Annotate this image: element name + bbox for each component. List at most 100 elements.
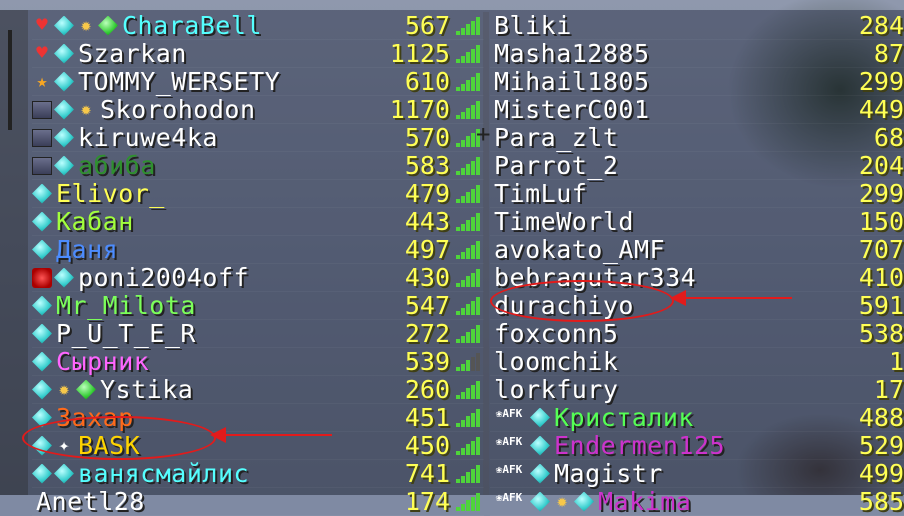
signal-strength-icon <box>456 17 482 35</box>
ping-value: 499 <box>858 459 904 488</box>
player-name: P_U_T_E_R <box>56 319 196 348</box>
ping-value: 410 <box>858 263 904 292</box>
ruby-icon <box>32 267 52 288</box>
signal-strength-icon <box>456 325 482 343</box>
signal-strength-icon <box>456 73 482 91</box>
rank-badges: ❀AFK <box>490 435 550 457</box>
rank-badges: ♥ <box>32 43 74 65</box>
diamond-icon <box>54 127 74 148</box>
player-row: Кабан 443 <box>32 207 484 236</box>
signal-strength-icon <box>456 185 482 203</box>
player-name: Bliki <box>494 11 572 40</box>
signal-strength-icon <box>456 101 482 119</box>
ping-value: 585 <box>858 487 904 516</box>
player-row: ♥ ✹ CharaBell 567 <box>32 11 484 40</box>
column-divider <box>483 12 489 495</box>
signal-strength-icon <box>456 353 482 371</box>
ping-value: 1170 <box>389 95 450 124</box>
rank-badges: ❀AFK <box>490 463 550 485</box>
diamond-icon <box>54 267 74 288</box>
player-row: Bliki 284 <box>490 11 904 40</box>
ping-value: 529 <box>858 431 904 460</box>
diamond-icon <box>32 295 52 316</box>
player-row: ✹ Ystika 260 <box>32 375 484 404</box>
signal-strength-icon <box>456 465 482 483</box>
player-row: lorkfury 17 <box>490 375 904 404</box>
player-row: poni2004off 430 <box>32 263 484 292</box>
diamond-icon <box>530 463 550 484</box>
rank-badges: ❀AFK ✹ <box>490 491 594 513</box>
diamond-icon <box>32 183 52 204</box>
diamond-icon <box>54 463 74 484</box>
gold-icon: ✹ <box>80 14 92 36</box>
player-row: Para_zlt 68 <box>490 123 904 152</box>
ping-value: 741 <box>404 459 450 488</box>
rank-badges <box>32 211 52 233</box>
player-name: Mr_Milota <box>56 291 196 320</box>
rank-badges: ✹ <box>32 99 96 121</box>
signal-strength-icon <box>456 409 482 427</box>
ping-value: 299 <box>858 67 904 96</box>
crosshair-icon: + <box>476 120 491 148</box>
player-name: абиба <box>78 151 156 180</box>
ping-value: 497 <box>404 235 450 264</box>
player-name: avokato_AMF <box>494 235 666 264</box>
player-row: абиба 583 <box>32 151 484 180</box>
star-icon: ★ <box>36 70 48 92</box>
afk-icon: ❀AFK <box>495 462 523 476</box>
player-row: ❀AFK Кристалик 488 <box>490 403 904 432</box>
player-name: Parrot_2 <box>494 151 619 180</box>
ping-value: 591 <box>858 291 904 320</box>
annotation-arrow-bask <box>210 427 332 443</box>
player-row: Mr_Milota 547 <box>32 291 484 320</box>
player-name: Anetl28 <box>36 487 145 516</box>
player-row: ❀AFK ✹ Makima 585 <box>490 487 904 516</box>
ping-value: 68 <box>873 123 904 152</box>
player-name: foxconn5 <box>494 319 619 348</box>
signal-strength-icon <box>456 437 482 455</box>
signal-strength-icon <box>456 493 482 511</box>
rank-badges: ❀AFK <box>490 407 550 429</box>
ping-value: 443 <box>404 207 450 236</box>
rank-badges <box>32 323 52 345</box>
rank-badges <box>32 127 74 149</box>
player-name: Szarkan <box>78 39 187 68</box>
ping-value: 260 <box>404 375 450 404</box>
player-name: ванясмайлис <box>78 459 250 488</box>
player-row: TimLuf 299 <box>490 179 904 208</box>
player-name: Masha12885 <box>494 39 650 68</box>
player-row: P_U_T_E_R 272 <box>32 319 484 348</box>
diamond-icon <box>32 463 52 484</box>
gold-icon: ✹ <box>80 98 92 120</box>
player-name: Сырник <box>56 347 150 376</box>
player-name: Даня <box>56 235 119 264</box>
diamond-icon <box>32 351 52 372</box>
player-name: TimLuf <box>494 179 588 208</box>
ping-value: 538 <box>858 319 904 348</box>
ping-value: 488 <box>858 403 904 432</box>
player-row: ★ TOMMY_WERSETY 610 <box>32 67 484 96</box>
player-row: ♥ Szarkan 1125 <box>32 39 484 68</box>
diamond-icon <box>32 211 52 232</box>
player-row: Сырник 539 <box>32 347 484 376</box>
player-name: Skorohodon <box>100 95 256 124</box>
diamond-icon <box>54 155 74 176</box>
player-name: TimeWorld <box>494 207 634 236</box>
ping-value: 451 <box>404 403 450 432</box>
rank-badges <box>32 351 52 373</box>
player-row: Parrot_2 204 <box>490 151 904 180</box>
hotbar-edge <box>0 10 28 495</box>
ping-value: 570 <box>404 123 450 152</box>
ping-value: 707 <box>858 235 904 264</box>
emerald-icon <box>98 15 118 36</box>
ping-value: 567 <box>404 11 450 40</box>
player-row: Elivor_ 479 <box>32 179 484 208</box>
player-list-right-column: Bliki 284 Masha12885 87 Mihail1805 299 MisterC… <box>490 11 904 516</box>
signal-strength-icon <box>456 269 482 287</box>
ping-value: 284 <box>858 11 904 40</box>
afk-icon: ❀AFK <box>495 434 523 448</box>
afk-icon: ❀AFK <box>495 406 523 420</box>
gold-icon: ✹ <box>58 378 70 400</box>
player-row: ❀AFK Endermen125 529 <box>490 431 904 460</box>
player-row: ✹ Skorohodon 1170 <box>32 95 484 124</box>
